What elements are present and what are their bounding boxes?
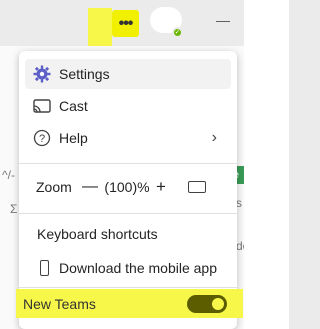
presence-available-icon: ✓ bbox=[172, 27, 183, 38]
more-options-menu: Settings Cast ? Help › Zoom — (100)% + K… bbox=[19, 51, 237, 329]
new-teams-row[interactable]: New Teams bbox=[16, 289, 243, 318]
menu-item-label: Help bbox=[59, 130, 88, 146]
new-teams-label: New Teams bbox=[23, 295, 96, 312]
fullscreen-icon[interactable] bbox=[188, 181, 206, 193]
divider bbox=[19, 213, 237, 214]
menu-item-download-mobile[interactable]: Download the mobile app bbox=[36, 256, 217, 280]
menu-item-settings[interactable]: Settings bbox=[25, 59, 231, 89]
menu-item-help[interactable]: ? Help › bbox=[25, 123, 231, 153]
chevron-right-icon: › bbox=[211, 129, 217, 146]
menu-item-label: Cast bbox=[59, 98, 88, 114]
new-teams-toggle[interactable] bbox=[187, 295, 227, 313]
zoom-out-button[interactable]: — bbox=[82, 178, 104, 196]
minimize-button[interactable]: — bbox=[216, 12, 230, 28]
menu-item-keyboard-shortcuts[interactable]: Keyboard shortcuts bbox=[37, 226, 158, 242]
zoom-in-button[interactable]: + bbox=[156, 177, 178, 197]
more-options-button[interactable]: ••• bbox=[112, 10, 139, 37]
background-text: ^/- bbox=[2, 168, 15, 182]
zoom-label: Zoom bbox=[36, 179, 72, 195]
zoom-control: Zoom — (100)% + bbox=[36, 176, 226, 198]
menu-item-label: Download the mobile app bbox=[59, 260, 217, 276]
help-icon: ? bbox=[25, 129, 59, 147]
divider bbox=[19, 163, 237, 164]
window-edge bbox=[244, 0, 289, 329]
more-icon: ••• bbox=[118, 14, 134, 32]
background-text: Σ bbox=[10, 202, 18, 216]
phone-icon bbox=[40, 260, 49, 276]
menu-item-cast[interactable]: Cast bbox=[25, 91, 231, 121]
svg-text:?: ? bbox=[39, 133, 45, 145]
divider bbox=[19, 287, 237, 288]
menu-item-label: Settings bbox=[59, 66, 110, 82]
gear-icon bbox=[25, 65, 59, 83]
highlight-mark bbox=[88, 8, 112, 46]
toggle-knob bbox=[212, 298, 224, 310]
zoom-value[interactable]: (100)% bbox=[104, 179, 150, 195]
cast-icon bbox=[25, 99, 59, 113]
